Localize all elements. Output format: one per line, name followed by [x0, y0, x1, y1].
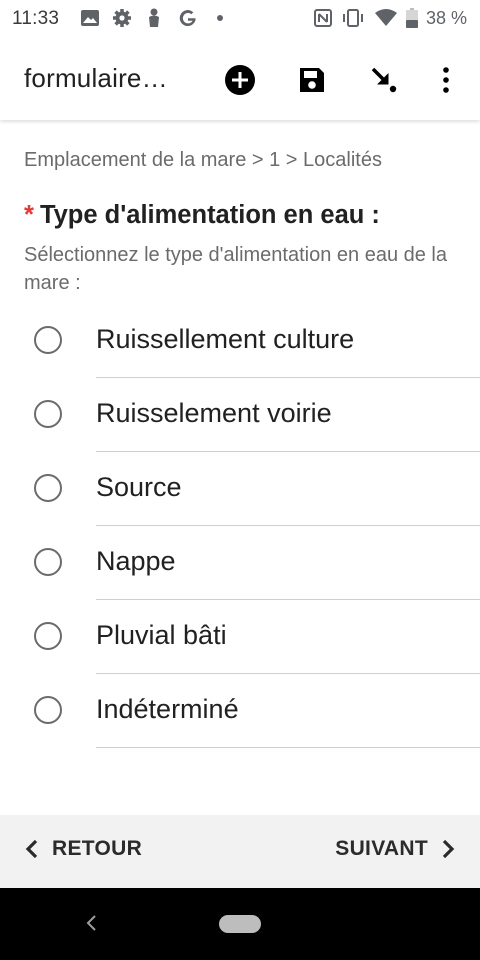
battery-icon [406, 8, 418, 28]
radio-option-label: Source [96, 472, 182, 502]
radio-button[interactable] [34, 326, 62, 354]
radio-option[interactable]: Indéterminé [0, 674, 480, 748]
breadcrumb: Emplacement de la mare > 1 > Localités [24, 149, 382, 171]
battery-percentage: 38 % [426, 8, 468, 28]
jump-to-button[interactable] [362, 58, 406, 102]
divider [96, 747, 480, 748]
image-icon [80, 8, 100, 28]
form-title: formulaire… [24, 63, 168, 93]
system-home-button[interactable] [219, 915, 261, 938]
gear-icon [112, 8, 132, 28]
question-label: * Type d'alimentation en eau : [24, 201, 380, 230]
save-icon [300, 68, 324, 92]
radio-option-label: Ruissellement culture [96, 324, 355, 354]
home-pill-icon [219, 915, 261, 933]
accessibility-icon [146, 8, 162, 28]
system-back-button[interactable] [84, 913, 98, 938]
app-bar: formulaire… [0, 38, 480, 120]
radio-group: Ruissellement culture Ruisselement voiri… [0, 304, 480, 748]
back-button-label: RETOUR [52, 837, 143, 860]
radio-button[interactable] [34, 548, 62, 576]
radio-button[interactable] [34, 474, 62, 502]
status-time: 11:33 [12, 8, 60, 29]
radio-option-label: Ruisselement voirie [96, 398, 332, 428]
save-button[interactable] [290, 58, 334, 102]
arrow-to-point-icon [371, 67, 397, 93]
add-circle-icon [225, 65, 255, 95]
next-button-label: SUIVANT [335, 837, 428, 860]
radio-button[interactable] [34, 696, 62, 724]
next-button[interactable]: SUIVANT [335, 837, 456, 861]
status-bar: 11:33 38 % [0, 0, 480, 38]
back-arrow-icon [86, 915, 96, 931]
radio-button[interactable] [34, 400, 62, 428]
radio-option-label: Nappe [96, 546, 176, 576]
radio-button[interactable] [34, 622, 62, 650]
radio-option-label: Indéterminé [96, 694, 239, 724]
back-button[interactable]: RETOUR [24, 837, 142, 861]
radio-option[interactable]: Nappe [0, 526, 480, 600]
question-hint: Sélectionnez le type d'alimentation en e… [24, 244, 447, 294]
form-navigation-bar: RETOUR SUIVANT [0, 815, 480, 888]
radio-option-label: Pluvial bâti [96, 620, 227, 650]
google-icon [178, 8, 198, 28]
nfc-icon [313, 8, 333, 28]
radio-option[interactable]: Ruissellement culture [0, 304, 480, 378]
chevron-left-icon [25, 839, 38, 859]
radio-option[interactable]: Ruisselement voirie [0, 378, 480, 452]
add-repeat-button[interactable] [218, 58, 262, 102]
radio-option[interactable]: Source [0, 452, 480, 526]
dot-icon [216, 8, 224, 28]
required-mark: * [24, 201, 34, 229]
chevron-right-icon [442, 839, 455, 859]
question-text: Type d'alimentation en eau : [39, 201, 380, 229]
more-options-button[interactable] [424, 58, 468, 102]
more-vert-icon [443, 67, 449, 93]
radio-option[interactable]: Pluvial bâti [0, 600, 480, 674]
vibrate-icon [341, 8, 365, 28]
wifi-icon [374, 8, 398, 28]
